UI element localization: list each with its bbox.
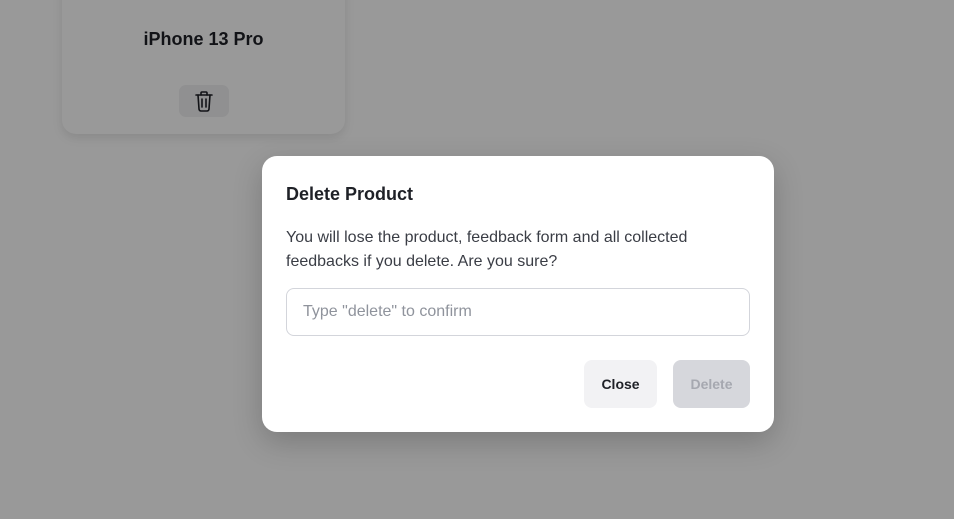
dialog-description: You will lose the product, feedback form… <box>286 229 688 270</box>
dialog-title: Delete Product <box>286 184 414 204</box>
close-button[interactable]: Close <box>584 360 657 408</box>
delete-confirm-input[interactable] <box>286 288 750 336</box>
confirm-delete-button[interactable]: Delete <box>673 360 750 408</box>
delete-product-dialog: Delete Product You will lose the product… <box>262 156 774 432</box>
